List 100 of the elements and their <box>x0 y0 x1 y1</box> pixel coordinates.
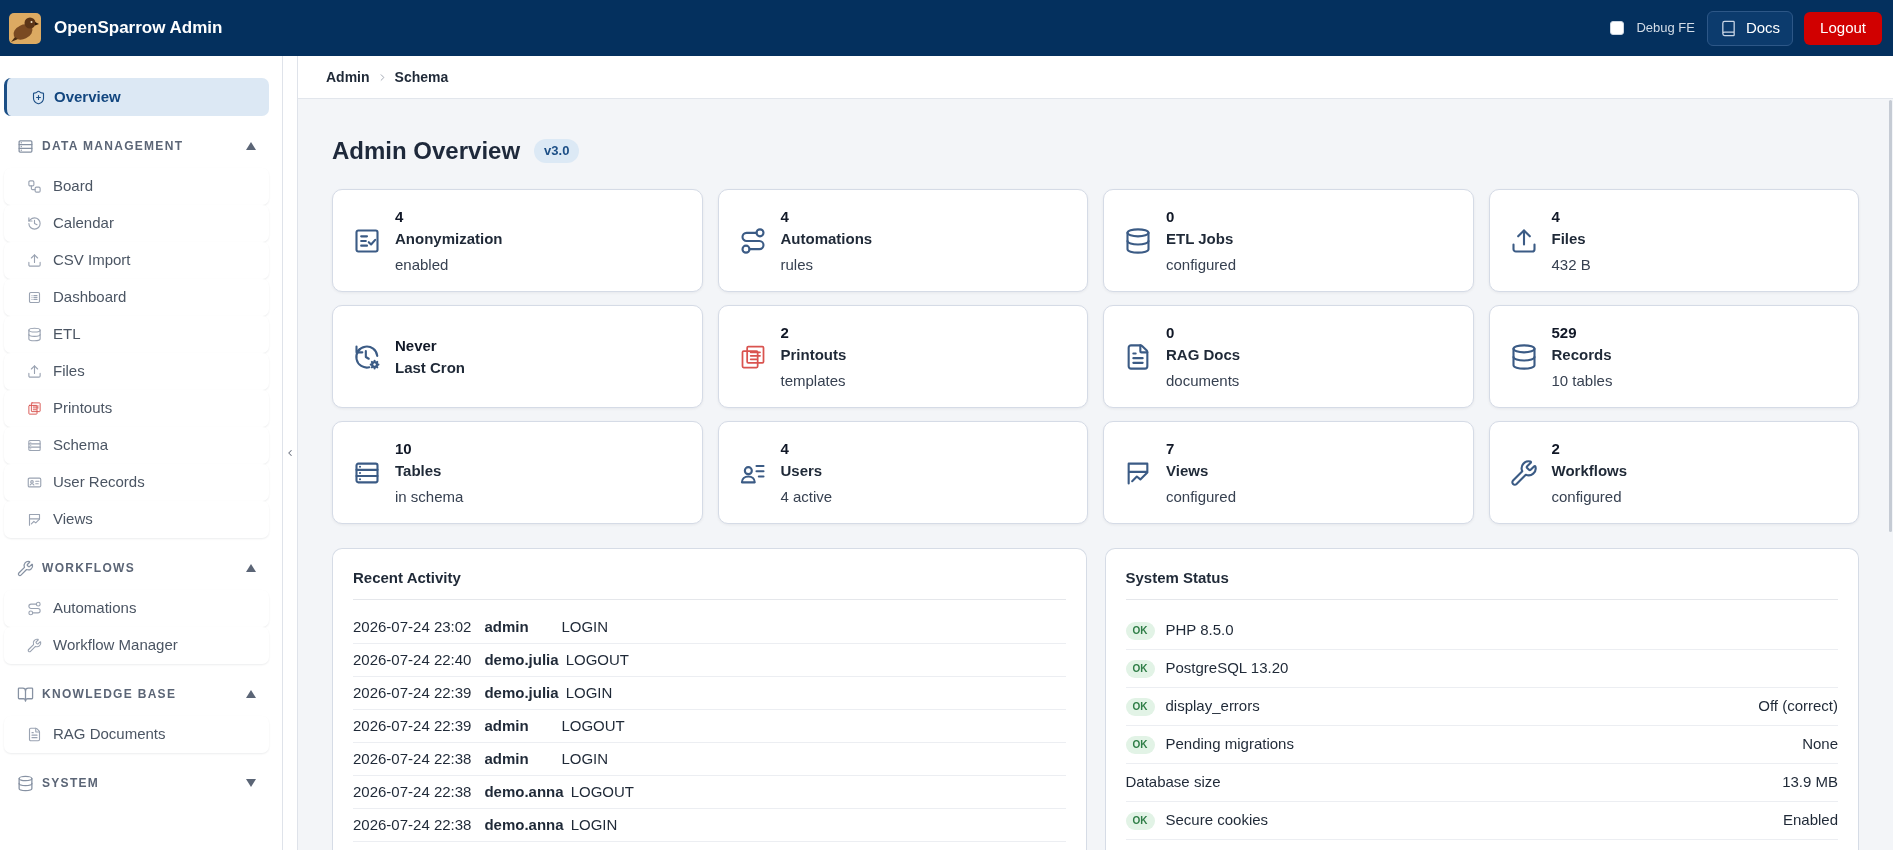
sidebar-item[interactable]: Dashboard <box>4 279 269 316</box>
stat-label: ETL Jobs <box>1166 228 1235 249</box>
breadcrumb-current: Schema <box>394 67 449 87</box>
status-badge: OK <box>1125 735 1155 754</box>
wrench-icon <box>17 559 34 577</box>
activity-time: 2026-07-24 22:39 <box>353 682 472 703</box>
debug-checkbox[interactable] <box>1610 21 1625 35</box>
sidebar-item[interactable]: Files <box>4 353 269 390</box>
stat-label: Files <box>1551 228 1587 249</box>
bird-logo-icon <box>9 12 41 44</box>
stat-label: Anonymization <box>395 228 503 249</box>
status-badge: OK <box>1125 621 1155 640</box>
stat-value: 2 <box>780 322 790 343</box>
shield-icon <box>31 89 46 105</box>
logout-button[interactable]: Logout <box>1804 11 1882 45</box>
stat-value: 0 <box>1166 322 1176 343</box>
chart-icon <box>27 512 42 527</box>
stat-label: Printouts <box>780 344 847 365</box>
wrench-icon <box>1509 458 1538 487</box>
database-icon <box>27 327 42 342</box>
activity-action: LOGIN <box>561 616 609 637</box>
sidebar-item[interactable]: CSV Import <box>4 242 269 279</box>
list-icon <box>27 290 42 305</box>
database-icon <box>1124 226 1152 255</box>
activity-action: LOGIN <box>565 682 613 703</box>
clock-gear-icon <box>353 342 381 371</box>
status-badge: OK <box>1125 811 1155 830</box>
stat-detail: enabled <box>395 254 450 275</box>
stat-detail: configured <box>1166 486 1237 507</box>
status-value: None <box>1802 734 1838 755</box>
section-header[interactable]: SYSTEM <box>4 761 269 805</box>
sidebar-item[interactable]: Workflow Manager <box>4 627 269 664</box>
stat-label: Last Cron <box>395 357 465 378</box>
stat-value: 529 <box>1551 322 1578 343</box>
upload-icon <box>27 364 42 379</box>
stat-label: Users <box>780 460 824 481</box>
breadcrumb-link[interactable]: Admin <box>326 66 370 88</box>
stat-label: Tables <box>395 460 443 481</box>
status-value: Off (correct) <box>1758 696 1838 717</box>
debug-label[interactable]: Debug FE <box>1636 18 1695 38</box>
table-icon <box>17 137 34 155</box>
stat-label: Views <box>1166 460 1210 481</box>
status-label: Pending migrations <box>1165 734 1294 755</box>
table-icon <box>27 438 42 453</box>
docs-button[interactable]: Docs <box>1706 10 1794 46</box>
stat-detail: rules <box>780 254 814 275</box>
app-title: OpenSparrow Admin <box>54 17 223 40</box>
sidebar-item[interactable]: RAG Documents <box>4 716 269 753</box>
section-header[interactable]: DATA MANAGEMENT <box>4 124 269 168</box>
sidebar-item[interactable]: Automations <box>4 590 269 627</box>
activity-user: demo.julia <box>484 649 559 670</box>
stat-label: Automations <box>780 228 873 249</box>
stat-value: 0 <box>1166 206 1176 227</box>
stat-value: 7 <box>1166 438 1176 459</box>
stat-label: RAG Docs <box>1166 344 1241 365</box>
section-header[interactable]: KNOWLEDGE BASE <box>4 672 269 716</box>
status-label: Secure cookies <box>1165 810 1269 831</box>
route-icon <box>27 601 42 616</box>
sidebar-item[interactable]: User Records <box>4 464 269 501</box>
database-icon <box>1509 342 1538 371</box>
sidebar-item[interactable]: ETL <box>4 316 269 353</box>
sidebar-item[interactable]: Printouts <box>4 390 269 427</box>
stat-detail: documents <box>1166 370 1241 391</box>
activity-action: LOGOUT <box>565 649 629 670</box>
stat-value: 4 <box>1551 206 1561 227</box>
activity-action: LOGIN <box>570 814 618 835</box>
status-label: display_errors <box>1165 696 1260 717</box>
activity-action: LOGIN <box>561 748 609 769</box>
pdf-file-icon <box>27 401 42 416</box>
stat-detail: templates <box>780 370 847 391</box>
book-icon <box>1719 19 1737 37</box>
checklist-icon <box>353 226 381 255</box>
activity-time: 2026-07-24 22:38 <box>353 748 472 769</box>
stat-detail: configured <box>1166 254 1237 275</box>
open-book-icon <box>17 685 34 703</box>
sidebar-item[interactable]: Views <box>4 501 269 538</box>
activity-time: 2026-07-24 22:38 <box>353 781 472 802</box>
id-card-icon <box>27 475 42 490</box>
clock-icon <box>27 216 42 231</box>
sidebar-item[interactable]: Overview <box>4 78 269 116</box>
database-icon <box>17 774 34 792</box>
stat-value: 4 <box>780 438 790 459</box>
scrollbar-thumb[interactable] <box>1889 100 1892 532</box>
activity-time: 2026-07-24 23:02 <box>353 616 472 637</box>
activity-time: 2026-07-24 22:39 <box>353 715 472 736</box>
sidebar-item[interactable]: Schema <box>4 427 269 464</box>
section-header[interactable]: WORKFLOWS <box>4 546 269 590</box>
status-label: PostgreSQL 13.20 <box>1165 658 1289 679</box>
sidebar-item[interactable]: Calendar <box>4 205 269 242</box>
stat-value: 4 <box>395 206 405 227</box>
panel-title: System Status <box>1125 569 1230 587</box>
document-icon <box>27 727 42 742</box>
activity-time: 2026-07-24 22:38 <box>353 814 472 835</box>
activity-action: LOGOUT <box>570 781 634 802</box>
sidebar-item[interactable]: Board <box>4 168 269 205</box>
stat-detail: in schema <box>395 486 464 507</box>
status-label: PHP 8.5.0 <box>1165 620 1234 641</box>
stat-detail: 4 active <box>780 486 833 507</box>
status-badge: OK <box>1125 697 1155 716</box>
status-value: Enabled <box>1782 810 1838 831</box>
